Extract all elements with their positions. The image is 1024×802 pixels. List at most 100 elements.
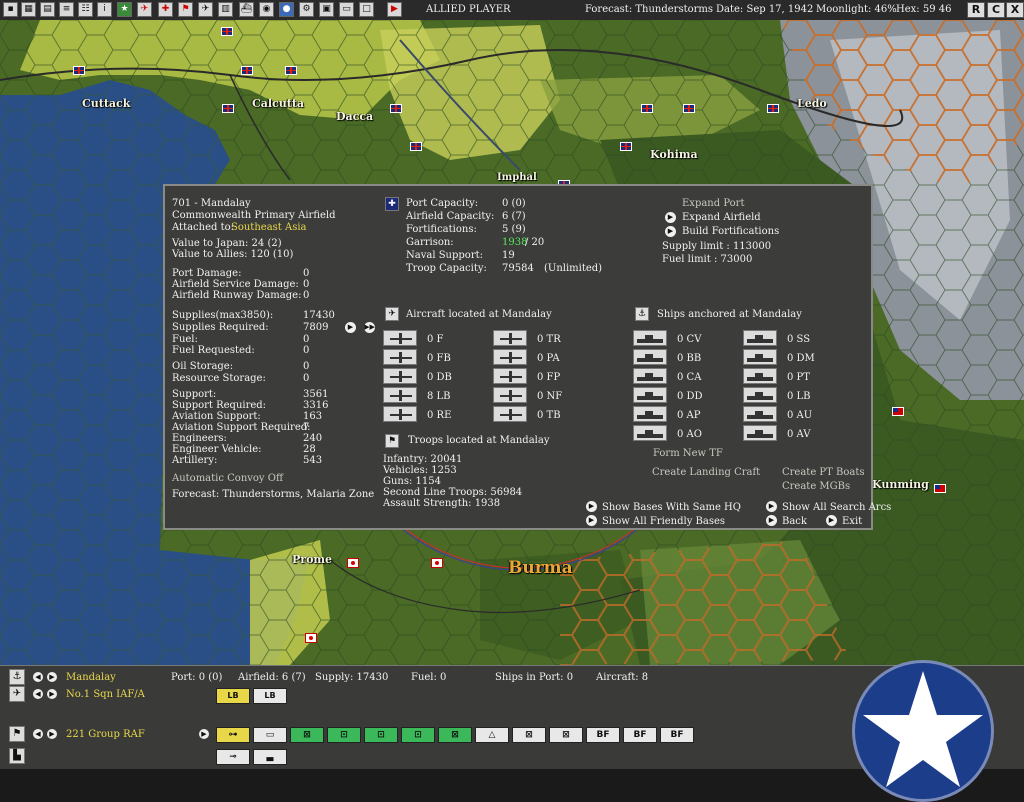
show-all-search-arcs-link[interactable]: Show All Search Arcs [782, 502, 891, 513]
british-base-flag-icon[interactable] [641, 104, 653, 113]
build-fortifications-button[interactable]: Build Fortifications [682, 226, 779, 237]
fighter-bomber-aircraft-button[interactable] [383, 349, 417, 365]
british-base-flag-icon[interactable] [285, 66, 297, 75]
plus-toolbar-icon[interactable]: ✚ [158, 2, 173, 17]
report-toolbar-icon[interactable]: ☷ [78, 2, 93, 17]
next-base-icon[interactable]: ▶ [47, 672, 57, 682]
british-base-flag-icon[interactable] [390, 104, 402, 113]
show-bases-same-hq-link[interactable]: Show Bases With Same HQ [602, 502, 741, 513]
close-button[interactable]: X [1006, 2, 1024, 18]
japanese-base-flag-icon[interactable] [431, 558, 443, 568]
seaplane-tender-ship-button[interactable] [743, 425, 777, 441]
british-base-flag-icon[interactable] [73, 66, 85, 75]
night-fighter-aircraft-button[interactable] [493, 387, 527, 403]
destroyer-ship-button[interactable] [633, 387, 667, 403]
prev-base-icon[interactable]: ◀ [33, 672, 43, 682]
british-base-flag-icon[interactable] [683, 104, 695, 113]
fighter-aircraft-button[interactable] [383, 330, 417, 346]
create-landing-craft-button[interactable]: Create Landing Craft [652, 467, 760, 478]
chinese-base-flag-icon[interactable] [892, 407, 904, 416]
expand-airfield-button[interactable]: Expand Airfield [682, 212, 761, 223]
same-hq-arrow-icon[interactable]: ▶ [586, 501, 597, 512]
op-toolbar-icon[interactable]: ▣ [319, 2, 334, 17]
japanese-base-flag-icon[interactable] [347, 558, 359, 568]
base-force-button-3[interactable]: BF [660, 727, 694, 743]
float-plane-aircraft-button[interactable] [493, 368, 527, 384]
aircraft-toolbar-icon[interactable]: ✈ [137, 2, 152, 17]
armor-unit-button[interactable]: ▃ [253, 749, 287, 765]
globe-toolbar-icon[interactable]: ● [279, 2, 294, 17]
aircraft-unit-icon[interactable]: ✈ [9, 686, 25, 702]
carrier-ship-button[interactable] [633, 330, 667, 346]
british-base-flag-icon[interactable] [620, 142, 632, 151]
oiler-ship-button[interactable] [633, 425, 667, 441]
infantry-unit-button-5[interactable]: ⊠ [438, 727, 472, 743]
auxiliary-ship-button[interactable] [743, 406, 777, 422]
list-toolbar-icon[interactable]: ≡ [59, 2, 74, 17]
ground-unit-list-icon[interactable]: ▙ [9, 748, 25, 764]
lb-squadron-button-2[interactable]: LB [253, 688, 287, 704]
british-base-flag-icon[interactable] [241, 66, 253, 75]
infantry-unit-button-3[interactable]: ⊡ [364, 727, 398, 743]
screen-toolbar-icon[interactable]: □ [359, 2, 374, 17]
next-squadron-icon[interactable]: ▶ [47, 689, 57, 699]
infantry-unit-button-4[interactable]: ⊡ [401, 727, 435, 743]
engineer-unit-button[interactable]: ⊶ [216, 727, 250, 743]
create-mgbs-button[interactable]: Create MGBs [782, 481, 850, 492]
lb-squadron-button[interactable]: LB [216, 688, 250, 704]
radio-toolbar-icon[interactable]: ◉ [259, 2, 274, 17]
level-bomber-aircraft-button[interactable] [383, 387, 417, 403]
british-base-flag-icon[interactable] [767, 104, 779, 113]
dive-bomber-aircraft-button[interactable] [383, 368, 417, 384]
info-toolbar-icon[interactable]: i [97, 2, 112, 17]
grid-toolbar-icon[interactable]: ▤ [40, 2, 55, 17]
recon-aircraft-button[interactable] [383, 406, 417, 422]
back-button[interactable]: Back [782, 516, 807, 527]
supply-arrows-icon[interactable]: ▶▶ [364, 322, 375, 333]
patrol-aircraft-button[interactable] [493, 349, 527, 365]
base-force-button-2[interactable]: BF [623, 727, 657, 743]
star-toolbar-icon[interactable]: ★ [117, 2, 132, 17]
expand-port-button[interactable]: Expand Port [682, 198, 744, 209]
ship-toolbar-icon[interactable]: ⛴ [239, 2, 254, 17]
infantry-unit-button[interactable]: ⊠ [290, 727, 324, 743]
british-base-flag-icon[interactable] [221, 27, 233, 36]
british-base-flag-icon[interactable] [410, 142, 422, 151]
selected-base-name[interactable]: Mandalay [66, 672, 116, 683]
support-unit-button-2[interactable]: ⊠ [512, 727, 546, 743]
create-pt-boats-button[interactable]: Create PT Boats [782, 467, 865, 478]
minelayer-ship-button[interactable] [743, 349, 777, 365]
transport-ship-button[interactable] [633, 406, 667, 422]
hq-unit-button[interactable]: ▭ [253, 727, 287, 743]
landing-ship-button[interactable] [743, 387, 777, 403]
battleship-ship-button[interactable] [633, 349, 667, 365]
friendly-bases-arrow-icon[interactable]: ▶ [586, 515, 597, 526]
chinese-base-flag-icon[interactable] [934, 484, 946, 493]
attached-hq-link[interactable]: Southeast Asia [231, 222, 307, 233]
submarine-ship-button[interactable] [743, 330, 777, 346]
show-all-friendly-bases-link[interactable]: Show All Friendly Bases [602, 516, 725, 527]
torpedo-bomber-aircraft-button[interactable] [493, 406, 527, 422]
form-new-tf-button[interactable]: Form New TF [653, 448, 723, 459]
exit-button[interactable]: Exit [842, 516, 862, 527]
selected-squadron-name[interactable]: No.1 Sqn IAF/A [66, 689, 145, 700]
automatic-convoy-toggle[interactable]: Automatic Convoy Off [172, 473, 283, 484]
flag-red-toolbar-icon[interactable]: ⚑ [178, 2, 193, 17]
japanese-base-flag-icon[interactable] [305, 633, 317, 643]
infantry-unit-button-2[interactable]: ⊡ [327, 727, 361, 743]
exit-arrow-icon[interactable]: ▶ [826, 515, 837, 526]
back-arrow-icon[interactable]: ▶ [766, 515, 777, 526]
heavy-cruiser-ship-button[interactable] [633, 368, 667, 384]
window-toolbar-icon[interactable]: ▭ [339, 2, 354, 17]
british-base-flag-icon[interactable] [222, 104, 234, 113]
anchor-icon[interactable]: ⚓ [9, 669, 25, 685]
bars-toolbar-icon[interactable]: ▥ [218, 2, 233, 17]
next-unit-icon[interactable]: ▶ [47, 729, 57, 739]
selected-ground-unit[interactable]: 221 Group RAF [66, 729, 145, 740]
pt-boat-ship-button[interactable] [743, 368, 777, 384]
supply-arrow-icon[interactable]: ▶ [345, 322, 356, 333]
transport-aircraft-button[interactable] [493, 330, 527, 346]
search-arcs-arrow-icon[interactable]: ▶ [766, 501, 777, 512]
prev-unit-icon[interactable]: ◀ [33, 729, 43, 739]
flag-unit-icon[interactable]: ⚑ [9, 726, 25, 742]
